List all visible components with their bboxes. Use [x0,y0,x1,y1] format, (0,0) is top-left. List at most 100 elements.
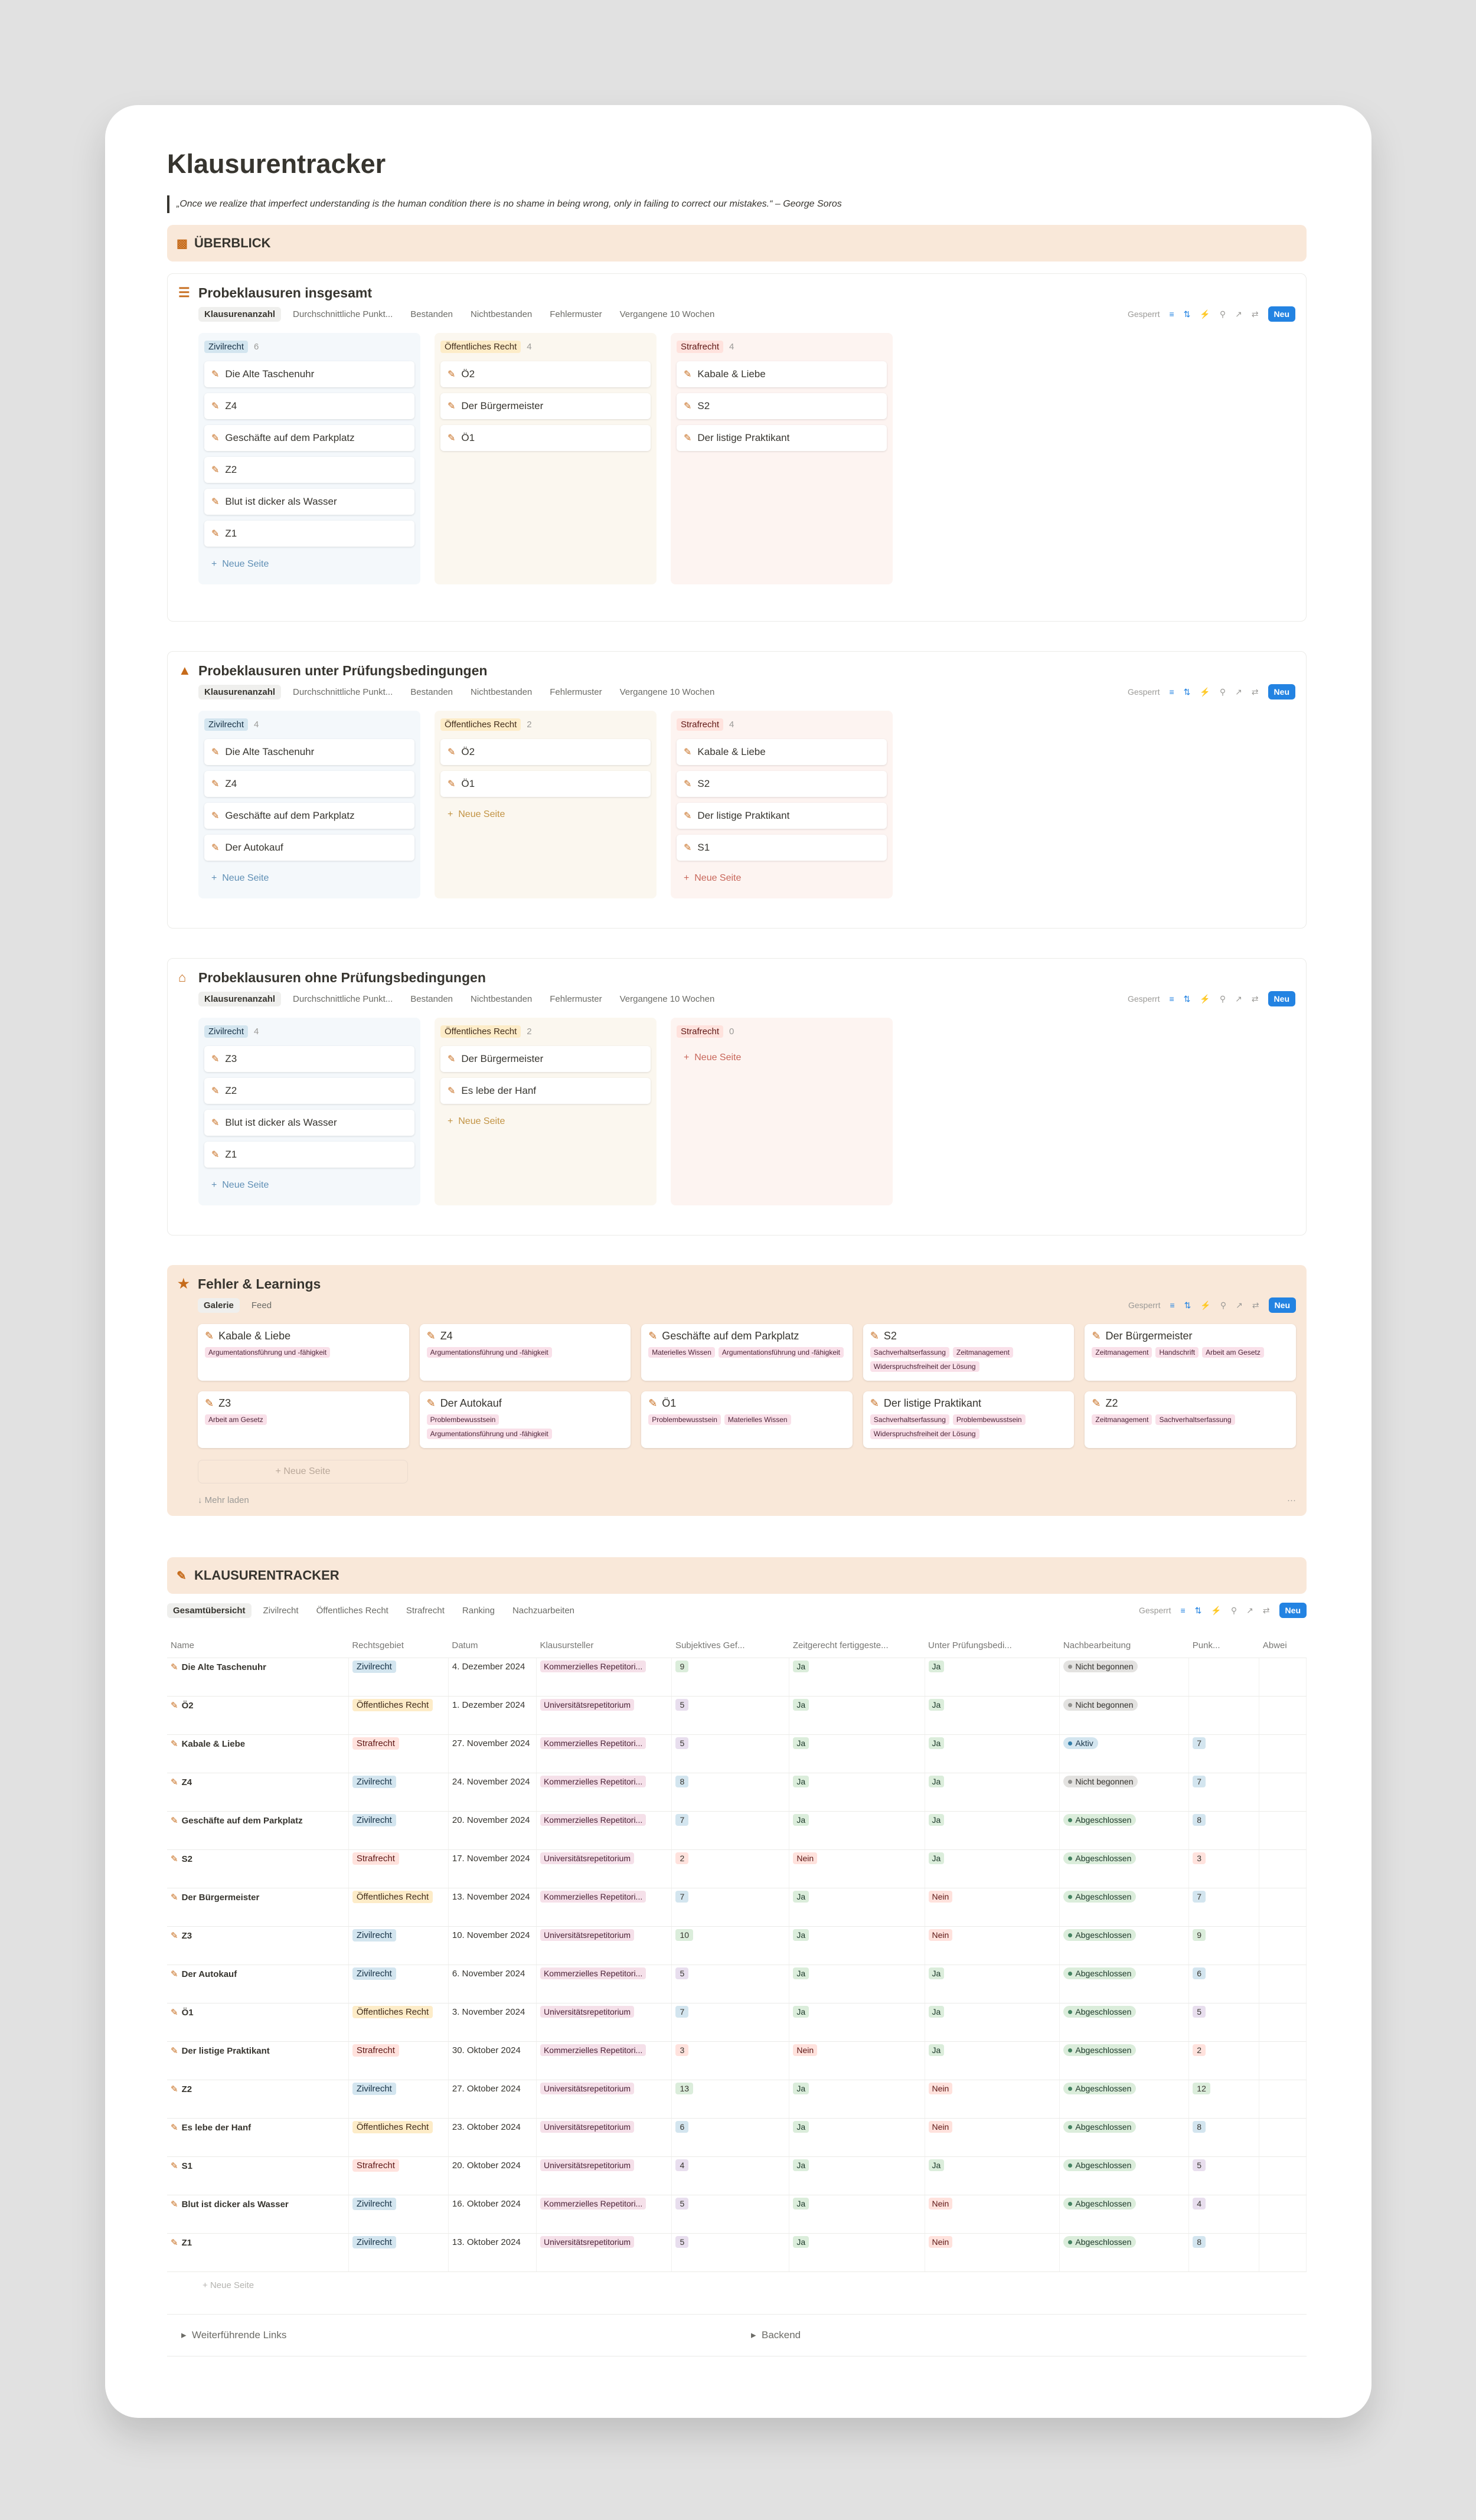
tab-2[interactable]: Öffentliches Recht [311,1603,394,1618]
gallery-card[interactable]: ✎ Der listige Praktikant Sachverhaltserfas… [863,1391,1075,1448]
tab-feed[interactable]: Feed [246,1298,277,1313]
board-card[interactable]: ✎ Die Alte Taschenuhr [204,361,414,387]
filter-icon[interactable]: ≡ [1170,1300,1174,1310]
table-row[interactable]: ✎ Die Alte Taschenuhr Zivilrecht 4. Dezembe… [167,1658,1307,1697]
gallery-card[interactable]: ✎ Der Bürgermeister Zeitmanagement Handschr… [1085,1324,1296,1381]
table-row[interactable]: ✎ Es lebe der Hanf Öffentliches Recht 23. O… [167,2118,1307,2157]
table-row[interactable]: ✎ Z2 Zivilrecht 27. Oktober 2024 Universität… [167,2080,1307,2119]
table-row[interactable]: ✎ Z1 Zivilrecht 13. Oktober 2024 Universität… [167,2233,1307,2272]
board-card[interactable]: ✎ Kabale & Liebe [677,361,887,387]
tab-0[interactable]: Gesamtübersicht [167,1603,252,1618]
column-header[interactable]: Datum [448,1634,537,1658]
tab-1[interactable]: Zivilrecht [257,1603,305,1618]
automation-icon[interactable]: ⚡ [1211,1606,1221,1616]
tab-4[interactable]: Ranking [456,1603,501,1618]
view-tab[interactable]: Nichtbestanden [465,307,538,322]
column-header[interactable]: Unter Prüfungsbedi... [925,1634,1060,1658]
new-button[interactable]: Neu [1268,991,1295,1006]
filter-icon[interactable]: ≡ [1169,687,1174,697]
add-page-button[interactable]: + Neue Seite [204,1174,414,1197]
expand-icon[interactable]: ↗ [1235,687,1242,697]
table-row[interactable]: ✎ Der Bürgermeister Öffentliches Recht 13. … [167,1888,1307,1927]
lock-label[interactable]: Gesperrt [1128,309,1160,319]
add-page-button[interactable]: + Neue Seite [677,867,887,890]
tab-5[interactable]: Nachzuarbeiten [507,1603,580,1618]
column-header[interactable]: Subjektives Gef... [671,1634,789,1658]
lock-label[interactable]: Gesperrt [1128,687,1160,697]
new-button[interactable]: Neu [1268,1297,1296,1313]
lock-label[interactable]: Gesperrt [1128,1300,1160,1310]
view-tab[interactable]: Nichtbestanden [465,992,538,1006]
expand-icon[interactable]: ↗ [1246,1606,1253,1616]
table-row[interactable]: ✎ Geschäfte auf dem Parkplatz Zivilrecht 20… [167,1811,1307,1850]
view-tab[interactable]: Fehlermuster [544,992,608,1006]
search-icon[interactable]: ⚲ [1220,1300,1226,1310]
view-tab[interactable]: Klausurenanzahl [198,684,282,700]
gallery-new-page[interactable]: + Neue Seite [198,1460,408,1483]
table-row[interactable]: ✎ S2 Strafrecht 17. November 2024 Universitä… [167,1849,1307,1888]
view-tab[interactable]: Klausurenanzahl [198,991,282,1006]
new-button[interactable]: Neu [1268,306,1295,322]
column-header[interactable]: Rechtsgebiet [348,1634,449,1658]
table-row[interactable]: ✎ Z4 Zivilrecht 24. November 2024 Kommerziel… [167,1773,1307,1812]
board-card[interactable]: ✎ Z1 [204,521,414,547]
board-card[interactable]: ✎ S1 [677,835,887,861]
settings-icon[interactable]: ⇄ [1252,994,1259,1004]
search-icon[interactable]: ⚲ [1220,309,1226,319]
settings-icon[interactable]: ⇄ [1252,687,1259,697]
more-menu-icon[interactable]: ··· [1287,1495,1296,1505]
board-card[interactable]: ✎ Es lebe der Hanf [440,1078,651,1104]
view-tab[interactable]: Vergangene 10 Wochen [614,685,721,700]
sort-icon[interactable]: ⇅ [1184,309,1191,319]
view-tab[interactable]: Bestanden [404,992,459,1006]
board-card[interactable]: ✎ Ö2 [440,739,651,765]
board-card[interactable]: ✎ Z2 [204,457,414,483]
gallery-card[interactable]: ✎ Z3 Arbeit am Gesetz [198,1391,409,1448]
search-icon[interactable]: ⚲ [1220,687,1226,697]
board-card[interactable]: ✎ Der Autokauf [204,835,414,861]
add-page-button[interactable]: + Neue Seite [677,1046,887,1070]
view-tab[interactable]: Vergangene 10 Wochen [614,992,721,1006]
filter-icon[interactable]: ≡ [1169,309,1174,319]
table-row[interactable]: ✎ S1 Strafrecht 20. Oktober 2024 Universität… [167,2156,1307,2195]
expand-icon[interactable]: ↗ [1235,994,1242,1004]
board-card[interactable]: ✎ Die Alte Taschenuhr [204,739,414,765]
automation-icon[interactable]: ⚡ [1200,994,1210,1004]
tab-galerie[interactable]: Galerie [198,1297,240,1313]
load-more-button[interactable]: ↓ Mehr laden [198,1495,249,1505]
gallery-card[interactable]: ✎ Ö1 Problembewusstsein Materielles Wissen [641,1391,853,1448]
sort-icon[interactable]: ⇅ [1184,1300,1191,1310]
board-card[interactable]: ✎ Der Bürgermeister [440,393,651,419]
board-card[interactable]: ✎ Ö1 [440,425,651,451]
column-header[interactable]: Klausursteller [536,1634,672,1658]
gallery-card[interactable]: ✎ Der Autokauf Problembewusstsein Argumenta… [419,1391,631,1448]
column-header[interactable]: Zeitgerecht fertiggeste... [789,1634,925,1658]
tab-3[interactable]: Strafrecht [400,1603,450,1618]
settings-icon[interactable]: ⇄ [1263,1606,1270,1616]
toggle-links[interactable]: ▸ Weiterführende Links [167,2329,737,2341]
toggle-backend[interactable]: ▸ Backend [737,2329,1307,2341]
board-card[interactable]: ✎ Blut ist dicker als Wasser [204,489,414,515]
add-page-button[interactable]: + Neue Seite [204,867,414,890]
view-tab[interactable]: Vergangene 10 Wochen [614,307,721,322]
view-tab[interactable]: Fehlermuster [544,685,608,700]
board-card[interactable]: ✎ Z2 [204,1078,414,1104]
board-card[interactable]: ✎ Kabale & Liebe [677,739,887,765]
board-card[interactable]: ✎ Geschäfte auf dem Parkplatz [204,425,414,451]
automation-icon[interactable]: ⚡ [1200,309,1210,319]
board-card[interactable]: ✎ Der Bürgermeister [440,1046,651,1072]
sort-icon[interactable]: ⇅ [1184,687,1191,697]
board-card[interactable]: ✎ S2 [677,771,887,797]
board-card[interactable]: ✎ Z1 [204,1142,414,1168]
table-row[interactable]: ✎ Der listige Praktikant Strafrecht 30. Okt… [167,2041,1307,2080]
column-header[interactable]: Nachbearbeitung [1059,1634,1189,1658]
board-card[interactable]: ✎ S2 [677,393,887,419]
board-card[interactable]: ✎ Ö2 [440,361,651,387]
gallery-card[interactable]: ✎ Kabale & Liebe Argumentationsführung und… [198,1324,409,1381]
search-icon[interactable]: ⚲ [1231,1606,1237,1616]
view-tab[interactable]: Bestanden [404,307,459,322]
board-card[interactable]: ✎ Blut ist dicker als Wasser [204,1110,414,1136]
add-page-button[interactable]: + Neue Seite [440,1110,651,1133]
search-icon[interactable]: ⚲ [1220,994,1226,1004]
board-card[interactable]: ✎ Geschäfte auf dem Parkplatz [204,803,414,829]
